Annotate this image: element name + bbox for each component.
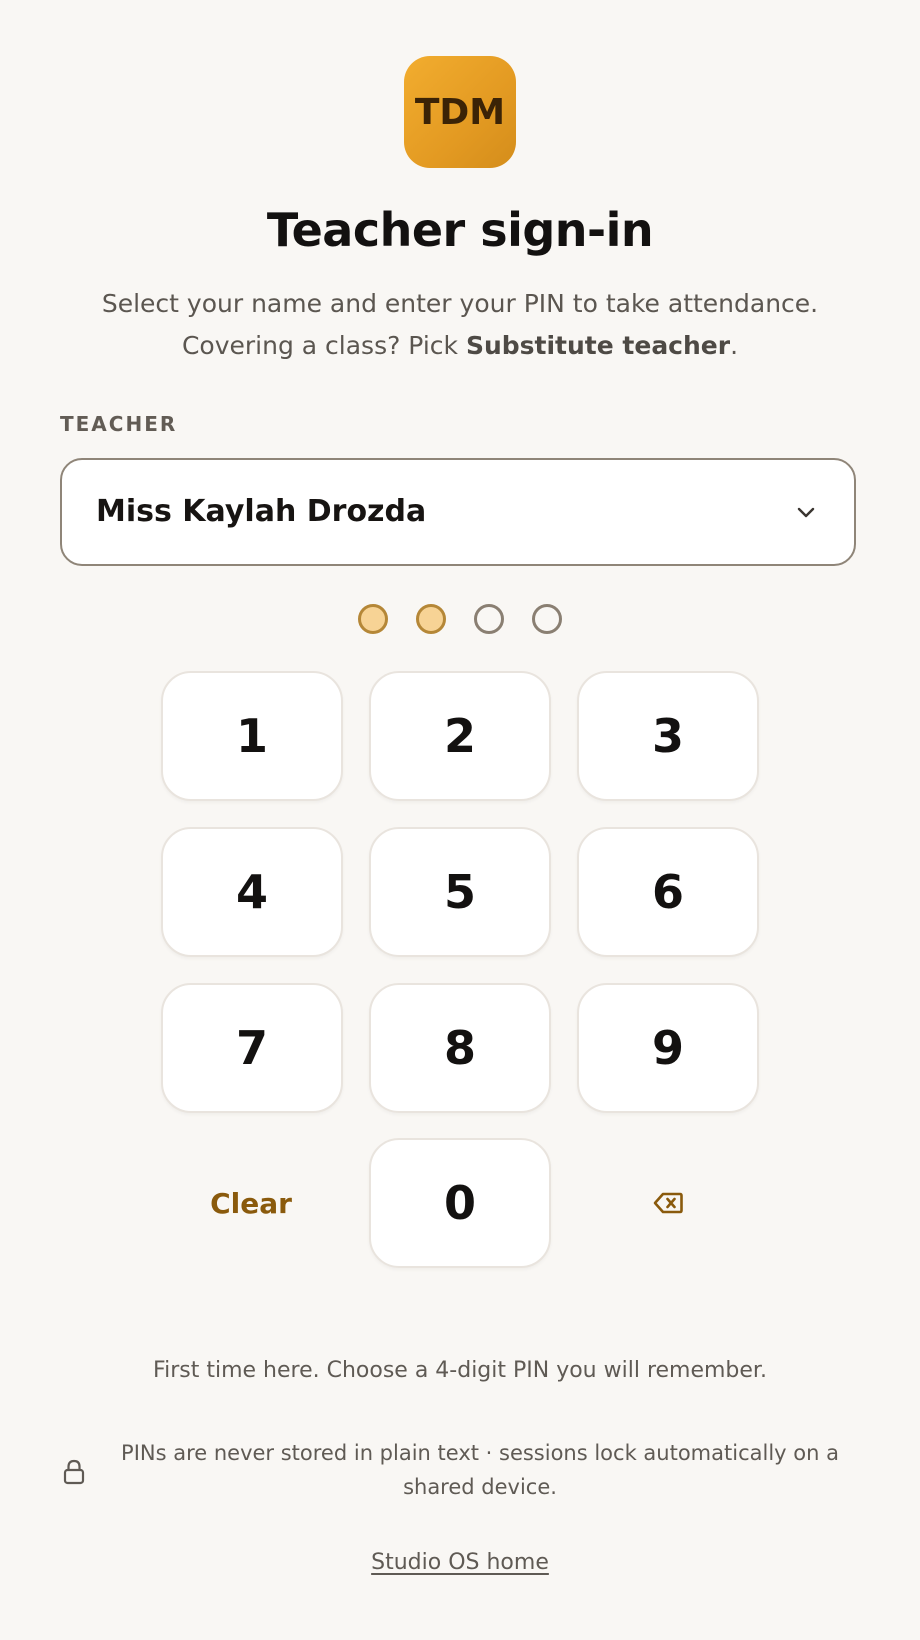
teacher-field-label: TEACHER — [60, 412, 178, 436]
teacher-select[interactable]: Miss Kaylah Drozda — [60, 458, 856, 566]
key-4[interactable]: 4 — [161, 827, 343, 957]
key-0[interactable]: 0 — [369, 1138, 551, 1268]
key-9[interactable]: 9 — [577, 983, 759, 1113]
security-text: PINs are never stored in plain text · se… — [121, 1441, 839, 1499]
substitute-teacher-emphasis: Substitute teacher — [465, 331, 731, 360]
subtitle-prefix: Covering a class? Pick — [181, 331, 466, 360]
subtitle-line-2: Covering a class? Pick Substitute teache… — [40, 325, 880, 367]
key-7[interactable]: 7 — [161, 983, 343, 1113]
page-subtitle: Select your name and enter your PIN to t… — [40, 283, 880, 367]
backspace-button[interactable] — [577, 1138, 759, 1268]
key-5[interactable]: 5 — [369, 827, 551, 957]
pin-dot-empty — [532, 604, 562, 634]
subtitle-suffix: . — [730, 331, 739, 360]
teacher-select-value: Miss Kaylah Drozda — [96, 494, 427, 529]
pin-dot-filled — [358, 604, 388, 634]
sign-in-screen: TDM Teacher sign-in Select your name and… — [0, 0, 920, 1640]
first-time-hint: First time here. Choose a 4-digit PIN yo… — [153, 1358, 767, 1383]
lock-icon — [63, 1459, 85, 1485]
key-3[interactable]: 3 — [577, 671, 759, 801]
page-title: Teacher sign-in — [266, 203, 654, 257]
subtitle-line-1: Select your name and enter your PIN to t… — [101, 289, 819, 318]
backspace-icon — [653, 1192, 683, 1214]
pin-dot-empty — [474, 604, 504, 634]
key-1[interactable]: 1 — [161, 671, 343, 801]
studio-os-home-link[interactable]: Studio OS home — [0, 1550, 920, 1575]
pin-dot-filled — [416, 604, 446, 634]
app-logo: TDM — [404, 56, 516, 168]
clear-button-label: Clear — [210, 1186, 292, 1220]
security-note: PINs are never stored in plain text · se… — [60, 1436, 860, 1516]
key-6[interactable]: 6 — [577, 827, 759, 957]
key-2[interactable]: 2 — [369, 671, 551, 801]
pin-indicator — [0, 604, 920, 634]
logo-text: TDM — [414, 91, 506, 133]
key-8[interactable]: 8 — [369, 983, 551, 1113]
chevron-down-icon — [797, 507, 815, 518]
clear-button[interactable]: Clear — [160, 1138, 342, 1268]
